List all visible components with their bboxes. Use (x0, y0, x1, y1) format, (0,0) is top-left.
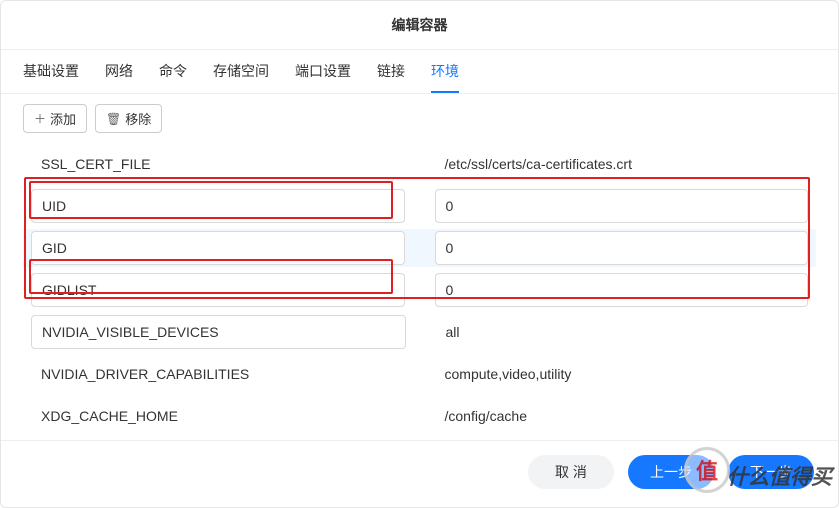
env-value: /etc/ssl/certs/ca-certificates.crt (445, 156, 632, 172)
env-row-nvidia-visible-devices: all (23, 313, 816, 351)
remove-button[interactable]: 🗑 移除 (95, 104, 162, 133)
tab-ports[interactable]: 端口设置 (295, 50, 351, 93)
env-row-gidlist (23, 271, 816, 309)
add-button-label: 添加 (50, 109, 76, 128)
remove-button-label: 移除 (125, 109, 151, 128)
env-value: compute,video,utility (445, 366, 572, 382)
plus-icon: ＋ (34, 110, 46, 127)
tab-command[interactable]: 命令 (159, 50, 187, 93)
trash-icon: 🗑 (106, 112, 121, 126)
env-key: SSL_CERT_FILE (41, 156, 150, 172)
env-value: all (446, 324, 460, 340)
cancel-button[interactable]: 取 消 (528, 455, 614, 489)
env-row-xdg-cache-home: XDG_CACHE_HOME /config/cache (23, 397, 816, 435)
env-key: NVIDIA_DRIVER_CAPABILITIES (41, 366, 249, 382)
tab-environment[interactable]: 环境 (431, 50, 459, 93)
footer: 取 消 上一步 下一步 (1, 440, 838, 507)
next-button[interactable]: 下一步 (728, 455, 814, 489)
env-value-input[interactable] (435, 273, 809, 307)
env-row-nvidia-driver-capabilities: NVIDIA_DRIVER_CAPABILITIES compute,video… (23, 355, 816, 393)
env-row-ssl-cert-file: SSL_CERT_FILE /etc/ssl/certs/ca-certific… (23, 145, 816, 183)
env-value-input[interactable] (435, 231, 809, 265)
env-list: SSL_CERT_FILE /etc/ssl/certs/ca-certific… (1, 141, 838, 440)
env-key-input[interactable] (31, 315, 406, 349)
add-button[interactable]: ＋ 添加 (23, 104, 87, 133)
env-key-input[interactable] (31, 273, 405, 307)
env-row-uid (23, 187, 816, 225)
env-key-input[interactable] (31, 231, 405, 265)
env-key-input[interactable] (31, 189, 405, 223)
tab-storage[interactable]: 存储空间 (213, 50, 269, 93)
toolbar: ＋ 添加 🗑 移除 (1, 94, 838, 141)
tab-basic[interactable]: 基础设置 (23, 50, 79, 93)
env-row-gid (23, 229, 816, 267)
tab-links[interactable]: 链接 (377, 50, 405, 93)
tabs: 基础设置 网络 命令 存储空间 端口设置 链接 环境 (1, 50, 838, 94)
env-value: /config/cache (445, 408, 528, 424)
dialog-title: 编辑容器 (1, 1, 838, 50)
prev-button[interactable]: 上一步 (628, 455, 714, 489)
env-value-input[interactable] (435, 189, 809, 223)
tab-network[interactable]: 网络 (105, 50, 133, 93)
env-key: XDG_CACHE_HOME (41, 408, 178, 424)
